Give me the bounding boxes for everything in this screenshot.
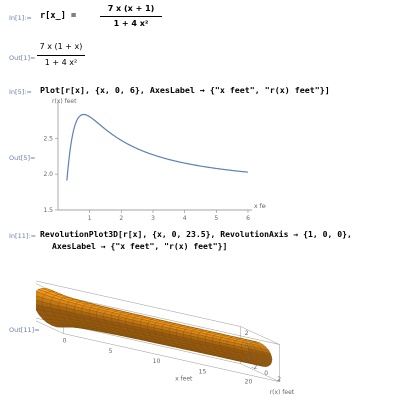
in1-denominator[interactable]: 1 + 4 x² — [100, 19, 162, 28]
x-tick-label: 3 — [151, 215, 155, 222]
out1-numerator: 7 x (1 + x) — [39, 42, 83, 51]
plot-2d[interactable]: 1 2 3 4 5 6 1.5 2.0 2.5 x feet r(x) feet — [36, 98, 266, 222]
x-tick-label: 15 — [199, 368, 207, 375]
in1-numerator[interactable]: 7 x (x + 1) — [100, 4, 162, 13]
in1-label: In[1]:= — [9, 14, 32, 22]
y-tick-label: 2.5 — [43, 135, 53, 142]
z-axis-label: r(x) feet — [270, 389, 295, 396]
x-tick-label: 20 — [245, 379, 253, 386]
z-tick-label: -2 — [245, 355, 251, 362]
z-tick-label: 2 — [245, 330, 249, 337]
in5-code[interactable]: Plot[r[x], {x, 0, 6}, AxesLabel → {"x fe… — [40, 85, 330, 95]
out1-label: Out[1]= — [9, 54, 36, 62]
x-tick-label: 2 — [119, 215, 123, 222]
series-line-r — [66, 113, 249, 181]
x-axis-label: x feet — [254, 203, 266, 210]
y-tick-label: -2 — [251, 364, 257, 371]
x-tick-label: 5 — [109, 348, 113, 355]
out5-label: Out[5]= — [9, 154, 36, 162]
y-tick-label: 0 — [264, 370, 268, 377]
y-tick-label: 2 — [277, 376, 281, 383]
out1-denominator: 1 + 4 x² — [44, 58, 78, 67]
x-tick-label: 10 — [153, 358, 161, 365]
out11-label: Out[11]= — [9, 326, 40, 334]
plot-3d-revolution[interactable]: 05101520x feet20-220-2r(x) feet — [36, 254, 298, 400]
out1-fraction-bar — [37, 55, 85, 56]
x-axis-label: x feet — [175, 375, 193, 382]
in1-fraction-bar — [100, 16, 162, 17]
y-tick-label: 1.5 — [43, 207, 53, 214]
y-tick-label: 2.0 — [43, 171, 53, 178]
in5-label: In[5]:= — [9, 88, 32, 96]
in11-label: In[11]:= — [9, 232, 37, 240]
z-tick-label: 0 — [245, 342, 249, 349]
x-tick-label: 1 — [88, 215, 92, 222]
in11-code-line2[interactable]: AxesLabel → {"x feet", "r(x) feet"}] — [52, 241, 227, 251]
x-tick-label: 4 — [183, 215, 187, 222]
y-axis-label: r(x) feet — [52, 98, 77, 105]
x-tick-label: 6 — [246, 215, 250, 222]
x-tick-label: 0 — [63, 338, 67, 345]
x-tick-label: 5 — [214, 215, 218, 222]
in11-code-line1[interactable]: RevolutionPlot3D[r[x], {x, 0, 23.5}, Rev… — [40, 229, 352, 239]
in1-lhs[interactable]: r[x_] = — [40, 11, 76, 21]
